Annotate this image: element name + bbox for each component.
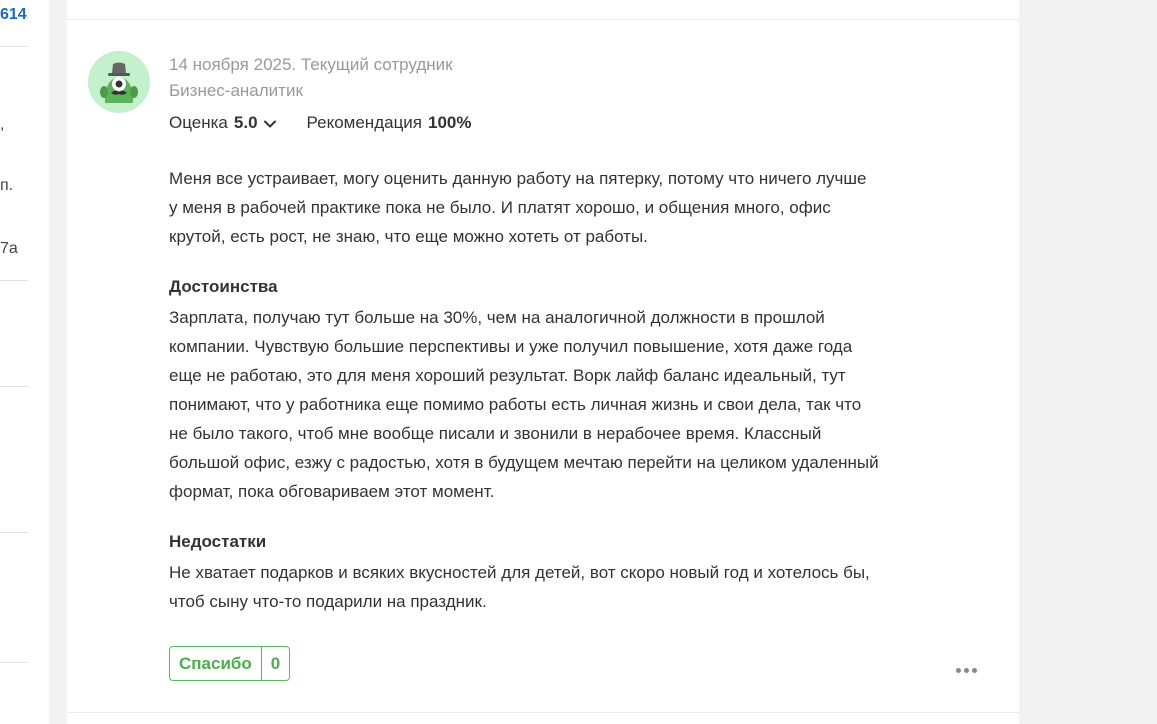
thanks-count: 0: [260, 647, 289, 680]
pros-text: Зарплата, получаю тут больше на 30%, чем…: [169, 308, 879, 501]
thanks-button[interactable]: Спасибо 0: [169, 646, 291, 681]
card-divider-top: [67, 19, 1019, 20]
left-divider: [0, 46, 28, 47]
rating-row: Оценка 5.0 Рекомендация 100%: [169, 113, 472, 133]
review-date: 14 ноября 2025. Текущий сотрудник: [169, 55, 453, 74]
right-sidebar: [1019, 0, 1157, 724]
left-divider: [0, 532, 28, 533]
clipped-heading: [92, 0, 447, 2]
left-divider: [0, 280, 28, 281]
left-link-number[interactable]: 614: [0, 6, 27, 24]
chevron-down-icon[interactable]: [263, 116, 277, 130]
left-fragment-address: 7a: [0, 240, 18, 257]
left-fragment-abbrev: п.: [0, 177, 14, 194]
rating-label: Оценка: [169, 113, 228, 132]
cons-title: Недостатки: [169, 532, 267, 551]
cons-text: Не хватает подарков и всяких вкусностей …: [169, 563, 870, 611]
review-body: Меня все устраивает, могу оценить данную…: [169, 169, 867, 246]
green-monster-avatar-icon: [88, 51, 150, 113]
thanks-label[interactable]: Спасибо: [170, 647, 261, 680]
recommend-label: Рекомендация: [306, 113, 423, 132]
left-fragment-comma: ,: [0, 116, 5, 133]
left-divider: [0, 662, 28, 663]
recommend-value: 100%: [428, 113, 472, 132]
pros-title: Достоинства: [169, 277, 278, 296]
rating-value[interactable]: 5.0: [234, 113, 258, 133]
more-dots-icon[interactable]: [956, 660, 980, 673]
review-position: Бизнес-аналитик: [169, 81, 303, 100]
left-sidebar: 614 , п. 7a: [0, 0, 49, 724]
left-divider: [0, 386, 28, 387]
card-divider-bottom: [67, 712, 1019, 713]
review-card: 14 ноября 2025. Текущий сотрудник Бизнес…: [67, 0, 1019, 724]
